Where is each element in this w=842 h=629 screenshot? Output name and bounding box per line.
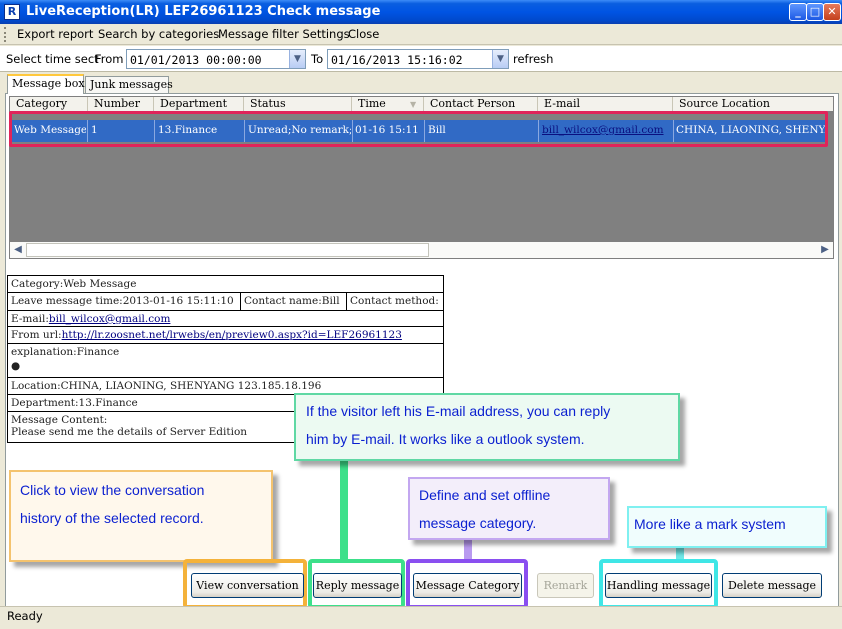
to-dropdown-icon[interactable]: ▼ <box>492 50 508 68</box>
scrollbar-thumb[interactable] <box>26 243 429 257</box>
menu-export-report[interactable]: Export report <box>17 27 93 41</box>
detail-url-row: From url:http://lr.zoosnet.net/lrwebs/en… <box>8 327 443 344</box>
callout-email-line1: If the visitor left his E-mail address, … <box>306 403 611 419</box>
view-conversation-button[interactable]: View conversation <box>191 573 304 598</box>
col-email[interactable]: E-mail <box>538 97 673 111</box>
col-source-location[interactable]: Source Location <box>673 97 833 111</box>
detail-contact-name: Contact name:Bill <box>244 295 340 307</box>
to-date-input[interactable]: 01/16/2013 15:16:02 <box>327 49 509 69</box>
detail-url-label: From url: <box>11 329 62 341</box>
callout-history: Click to view the conversation history o… <box>9 470 273 562</box>
detail-email-link[interactable]: bill_wilcox@gmail.com <box>49 313 171 325</box>
detail-explanation-row: explanation:Finance ● <box>8 344 443 378</box>
from-label: From <box>95 52 124 66</box>
refresh-link[interactable]: refresh <box>513 52 553 66</box>
detail-email-label: E-mail: <box>11 313 49 325</box>
scroll-left-icon[interactable]: ◀ <box>11 243 25 257</box>
callout-category: Define and set offline message category. <box>408 477 610 540</box>
remark-button[interactable]: Remark <box>537 573 594 598</box>
callout-category-line2: message category. <box>419 515 537 531</box>
callout-history-line2: history of the selected record. <box>20 510 204 526</box>
menu-search-by-categories[interactable]: Search by categories <box>98 27 219 41</box>
from-date-input[interactable]: 01/01/2013 00:00:00 <box>126 49 306 69</box>
handling-message-button[interactable]: Handling message <box>605 573 712 598</box>
window-title: LiveReception(LR) LEF26961123 Check mess… <box>26 4 381 19</box>
from-dropdown-icon[interactable]: ▼ <box>289 50 305 68</box>
tab-message-box[interactable]: Message box <box>7 74 85 94</box>
col-contact-person[interactable]: Contact Person <box>424 97 538 111</box>
status-text: Ready <box>7 609 43 623</box>
time-sect-label: Select time sect <box>6 52 99 66</box>
detail-leave-time: Leave message time:2013-01-16 15:11:10 <box>11 295 234 307</box>
menu-grip-icon <box>4 27 7 42</box>
scroll-right-icon[interactable]: ▶ <box>818 243 832 257</box>
status-bar <box>0 606 842 629</box>
sort-arrow-icon: ▼ <box>410 100 417 109</box>
detail-email-row: E-mail:bill_wilcox@gmail.com <box>8 310 443 327</box>
delete-message-button[interactable]: Delete message <box>722 573 822 598</box>
callout-mark: More like a mark system <box>627 506 827 548</box>
app-icon: R <box>4 4 20 20</box>
col-status[interactable]: Status <box>244 97 352 111</box>
connector-reply <box>340 461 348 561</box>
tab-junk-messages[interactable]: Junk messages <box>85 76 173 93</box>
row-highlight-frame <box>9 111 828 147</box>
callout-email-line2: him by E-mail. It works like a outlook s… <box>306 431 585 447</box>
detail-url-link[interactable]: http://lr.zoosnet.net/lrwebs/en/preview0… <box>62 329 402 341</box>
callout-history-line1: Click to view the conversation <box>20 482 205 498</box>
detail-category: Category:Web Message <box>8 276 443 293</box>
close-window-button[interactable]: ✕ <box>823 3 841 21</box>
menu-message-filter-settings[interactable]: Message filter Settings <box>218 27 350 41</box>
to-label: To <box>311 52 324 66</box>
connector-category <box>464 540 472 560</box>
reply-message-button[interactable]: Reply message <box>313 573 402 598</box>
menu-close[interactable]: Close <box>348 27 379 41</box>
minimize-button[interactable]: _ <box>789 3 807 21</box>
detail-explanation: explanation:Finance <box>11 346 120 358</box>
col-category[interactable]: Category <box>10 97 88 111</box>
callout-category-line1: Define and set offline <box>419 487 551 503</box>
callout-mark-line1: More like a mark system <box>634 516 786 532</box>
callout-email: If the visitor left his E-mail address, … <box>294 393 680 461</box>
maximize-button[interactable]: □ <box>806 3 824 21</box>
col-number[interactable]: Number <box>88 97 154 111</box>
bullet-icon: ● <box>11 360 21 372</box>
detail-contact-method: Contact method: <box>350 295 439 307</box>
col-department[interactable]: Department <box>154 97 244 111</box>
message-category-button[interactable]: Message Category <box>413 573 522 598</box>
